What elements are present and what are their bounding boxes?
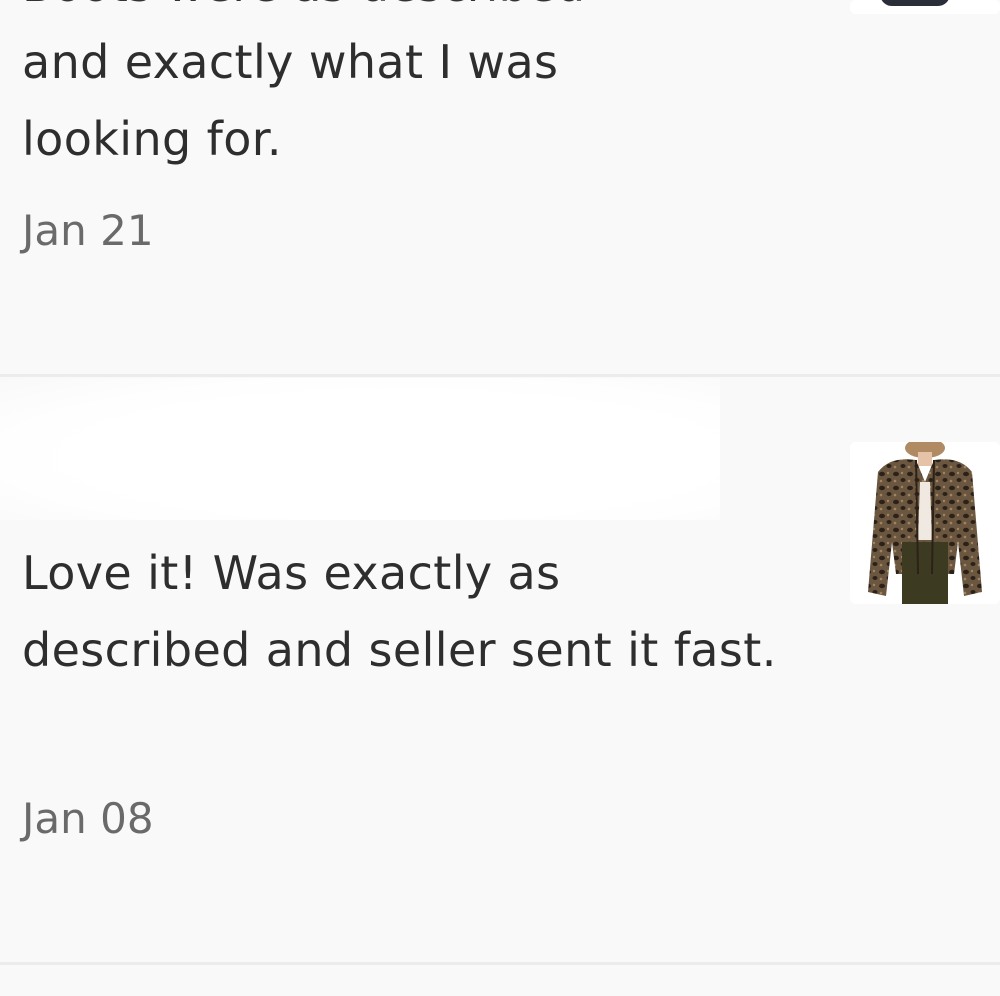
review-text-cut: Boots were as described (22, 0, 585, 8)
boots-thumbnail[interactable] (850, 0, 1000, 14)
jacket-image (850, 442, 1000, 604)
review-divider (0, 962, 1000, 965)
review-text: and exactly what I was looking for. (22, 35, 559, 166)
redacted-reviewer-area (0, 378, 720, 520)
review-date: Jan 21 (22, 206, 154, 255)
review-card: Love it! Was exactly as described and se… (0, 378, 1000, 962)
review-text: Love it! Was exactly as described and se… (22, 546, 777, 677)
leopard-jacket-thumbnail[interactable] (850, 442, 1000, 604)
review-date: Jan 08 (22, 794, 154, 843)
boot-image (880, 0, 950, 6)
review-divider (0, 374, 1000, 377)
review-card: Boots were as described and exactly what… (0, 0, 1000, 374)
reviews-screen: Boots were as described and exactly what… (0, 0, 1000, 996)
